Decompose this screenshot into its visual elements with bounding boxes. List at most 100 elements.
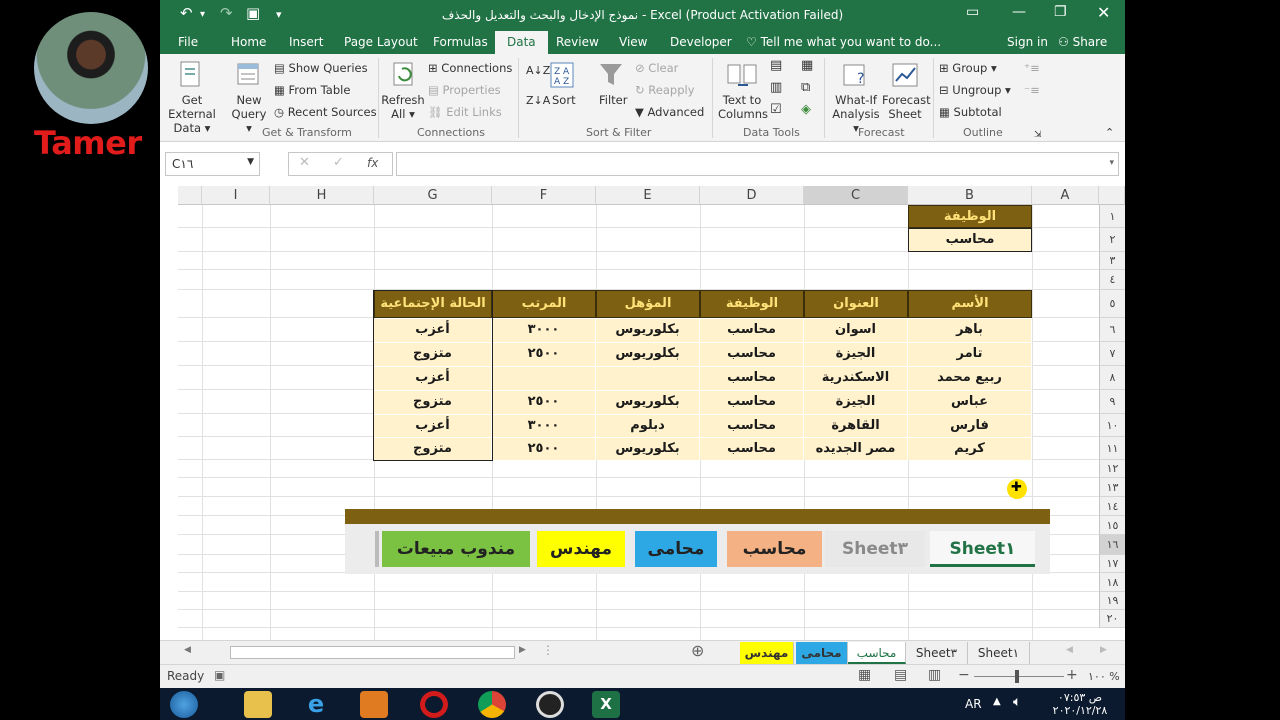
table-cell-salary[interactable]: ٣٠٠٠ [492,414,596,437]
nav-button-accountant[interactable]: محاسب [727,531,822,567]
column-header-c[interactable]: C [804,186,908,205]
table-cell-address[interactable]: مصر الجديده [804,437,908,460]
tab-view[interactable]: View [619,35,647,49]
opera-icon[interactable] [420,691,448,718]
nav-button-sheet3[interactable]: Sheet٣ [825,531,925,567]
start-icon[interactable] [170,691,198,718]
table-cell-salary[interactable] [492,366,596,390]
row-header[interactable]: ١١ [1099,437,1125,460]
table-cell-qualification[interactable]: بكلوريوس [596,437,700,460]
sort-descending-icon[interactable]: Z↓A [526,94,550,108]
select-all-corner[interactable] [178,186,202,205]
normal-view-icon[interactable]: ▦ [858,667,871,683]
table-cell-name[interactable]: ربيع محمد [908,366,1032,390]
enter-icon[interactable]: ✓ [333,155,344,170]
advanced-button[interactable]: ▼ Advanced [635,105,704,119]
sheet-tab-sheet3[interactable]: Sheet٣ [906,642,968,664]
expand-formula-icon[interactable]: ▾ [1109,158,1114,168]
tray-expand-icon[interactable]: ▲ [993,696,1001,707]
column-header-e[interactable]: E [596,186,700,205]
clear-button[interactable]: ⊘ Clear [635,61,678,75]
ribbon-display-icon[interactable]: ▭ [966,4,979,20]
table-header-salary[interactable]: المرتب [492,290,596,318]
ungroup-button[interactable]: ⊟ Ungroup ▾ [939,83,1011,97]
macro-record-icon[interactable]: ▣ [214,668,225,682]
table-cell-qualification[interactable]: دبلوم [596,414,700,437]
row-header[interactable]: ١٦ [1099,535,1125,555]
table-cell-name[interactable]: فارس [908,414,1032,437]
filter-button[interactable]: Filter [599,93,627,107]
page-break-view-icon[interactable]: ▥ [928,667,941,683]
row-header[interactable]: ٣ [1099,252,1125,270]
minimize-icon[interactable]: — [1012,4,1026,20]
cancel-icon[interactable]: ✕ [299,155,310,170]
row-header[interactable]: ١٢ [1099,460,1125,478]
table-cell-qualification[interactable]: بكلوريوس [596,390,700,414]
zoom-slider[interactable] [974,676,1064,677]
table-cell-qualification[interactable] [596,366,700,390]
column-header-g[interactable]: G [374,186,492,205]
lookup-header-cell[interactable]: الوظيفة [908,205,1032,228]
connections-button[interactable]: ⊞ Connections [428,61,512,75]
group-button[interactable]: ⊞ Group ▾ [939,61,997,75]
consolidate-icon[interactable]: ▦ [801,59,813,73]
table-cell-address[interactable]: القاهرة [804,414,908,437]
remove-duplicates-icon[interactable]: ▥ [770,81,782,95]
insert-function-icon[interactable]: fx [367,156,378,170]
zoom-in-icon[interactable]: + [1066,667,1078,683]
reapply-button[interactable]: ↻ Reapply [635,83,695,97]
prev-sheet-icon[interactable]: ◀ [1066,645,1073,655]
recent-sources-button[interactable]: ◷ Recent Sources [274,105,377,119]
column-header-b[interactable]: B [908,186,1032,205]
zoom-level[interactable]: ١٠٠ % [1088,670,1120,683]
table-header-qualification[interactable]: المؤهل [596,290,700,318]
forecast-sheet-button[interactable]: Forecast Sheet [882,93,931,121]
chrome-icon[interactable] [478,691,506,718]
table-header-address[interactable]: العنوان [804,290,908,318]
volume-icon[interactable]: 🔈︎ [1013,694,1021,710]
row-header[interactable]: ١٣ [1099,478,1125,497]
sort-ascending-icon[interactable]: A↓Z [526,64,550,78]
worksheet[interactable]: I H G F E D C B A ١ ٢ ٣ ٤ ٥ ٦ ٧ ٨ ٩ ١٠ ١١ ١٢ ١٣ ١٤ ١٥ ١… [160,184,1125,640]
table-cell-salary[interactable]: ٢٥٠٠ [492,437,596,460]
tell-me-box[interactable]: ♡ Tell me what you want to do... [746,35,941,49]
table-cell-address[interactable]: اسوان [804,318,908,342]
table-cell-name[interactable]: كريم [908,437,1032,460]
row-header[interactable]: ١٨ [1099,573,1125,592]
sheet-tab-engineer[interactable]: مهندس [740,642,794,664]
file-explorer-icon[interactable] [244,691,272,718]
table-cell-qualification[interactable]: بكلوريوس [596,342,700,366]
relationships-icon[interactable]: ⧉ [801,81,810,95]
column-header-d[interactable]: D [700,186,804,205]
sign-in-link[interactable]: Sign in [1007,35,1048,49]
row-header[interactable]: ١٠ [1099,414,1125,437]
table-cell-qualification[interactable]: بكلوريوس [596,318,700,342]
media-player-icon[interactable] [360,691,388,718]
page-layout-view-icon[interactable]: ▤ [894,667,907,683]
flash-fill-icon[interactable]: ▤ [770,59,782,73]
sort-button[interactable]: Sort [552,93,576,107]
column-header-h[interactable]: H [270,186,374,205]
table-cell-salary[interactable]: ٢٥٠٠ [492,342,596,366]
table-cell-job[interactable]: محاسب [700,318,804,342]
scroll-left-icon[interactable]: ◀ [184,645,191,655]
row-header[interactable]: ١ [1099,205,1125,228]
hide-detail-icon[interactable]: ⁻≡ [1024,83,1040,97]
name-box[interactable]: C١٦ ▼ [165,152,260,176]
excel-taskbar-icon[interactable]: X [592,691,620,718]
internet-explorer-icon[interactable]: e [302,691,330,718]
tab-formulas[interactable]: Formulas [433,35,488,49]
table-cell-job[interactable]: محاسب [700,437,804,460]
nav-button-sales-rep[interactable]: مندوب مبيعات [382,531,530,567]
tab-page-layout[interactable]: Page Layout [344,35,418,49]
restore-icon[interactable]: ❐ [1054,4,1067,20]
outline-settings-icon[interactable]: ⇲ [1034,128,1042,142]
table-cell-job[interactable]: محاسب [700,414,804,437]
column-header-a[interactable]: A [1032,186,1099,205]
language-indicator[interactable]: AR [965,697,982,711]
share-button[interactable]: ⚇ Share [1058,35,1107,49]
tab-developer[interactable]: Developer [670,35,732,49]
column-header-i[interactable]: I [202,186,270,205]
table-cell-job[interactable]: محاسب [700,342,804,366]
manage-data-model-icon[interactable]: ◈ [801,103,811,117]
